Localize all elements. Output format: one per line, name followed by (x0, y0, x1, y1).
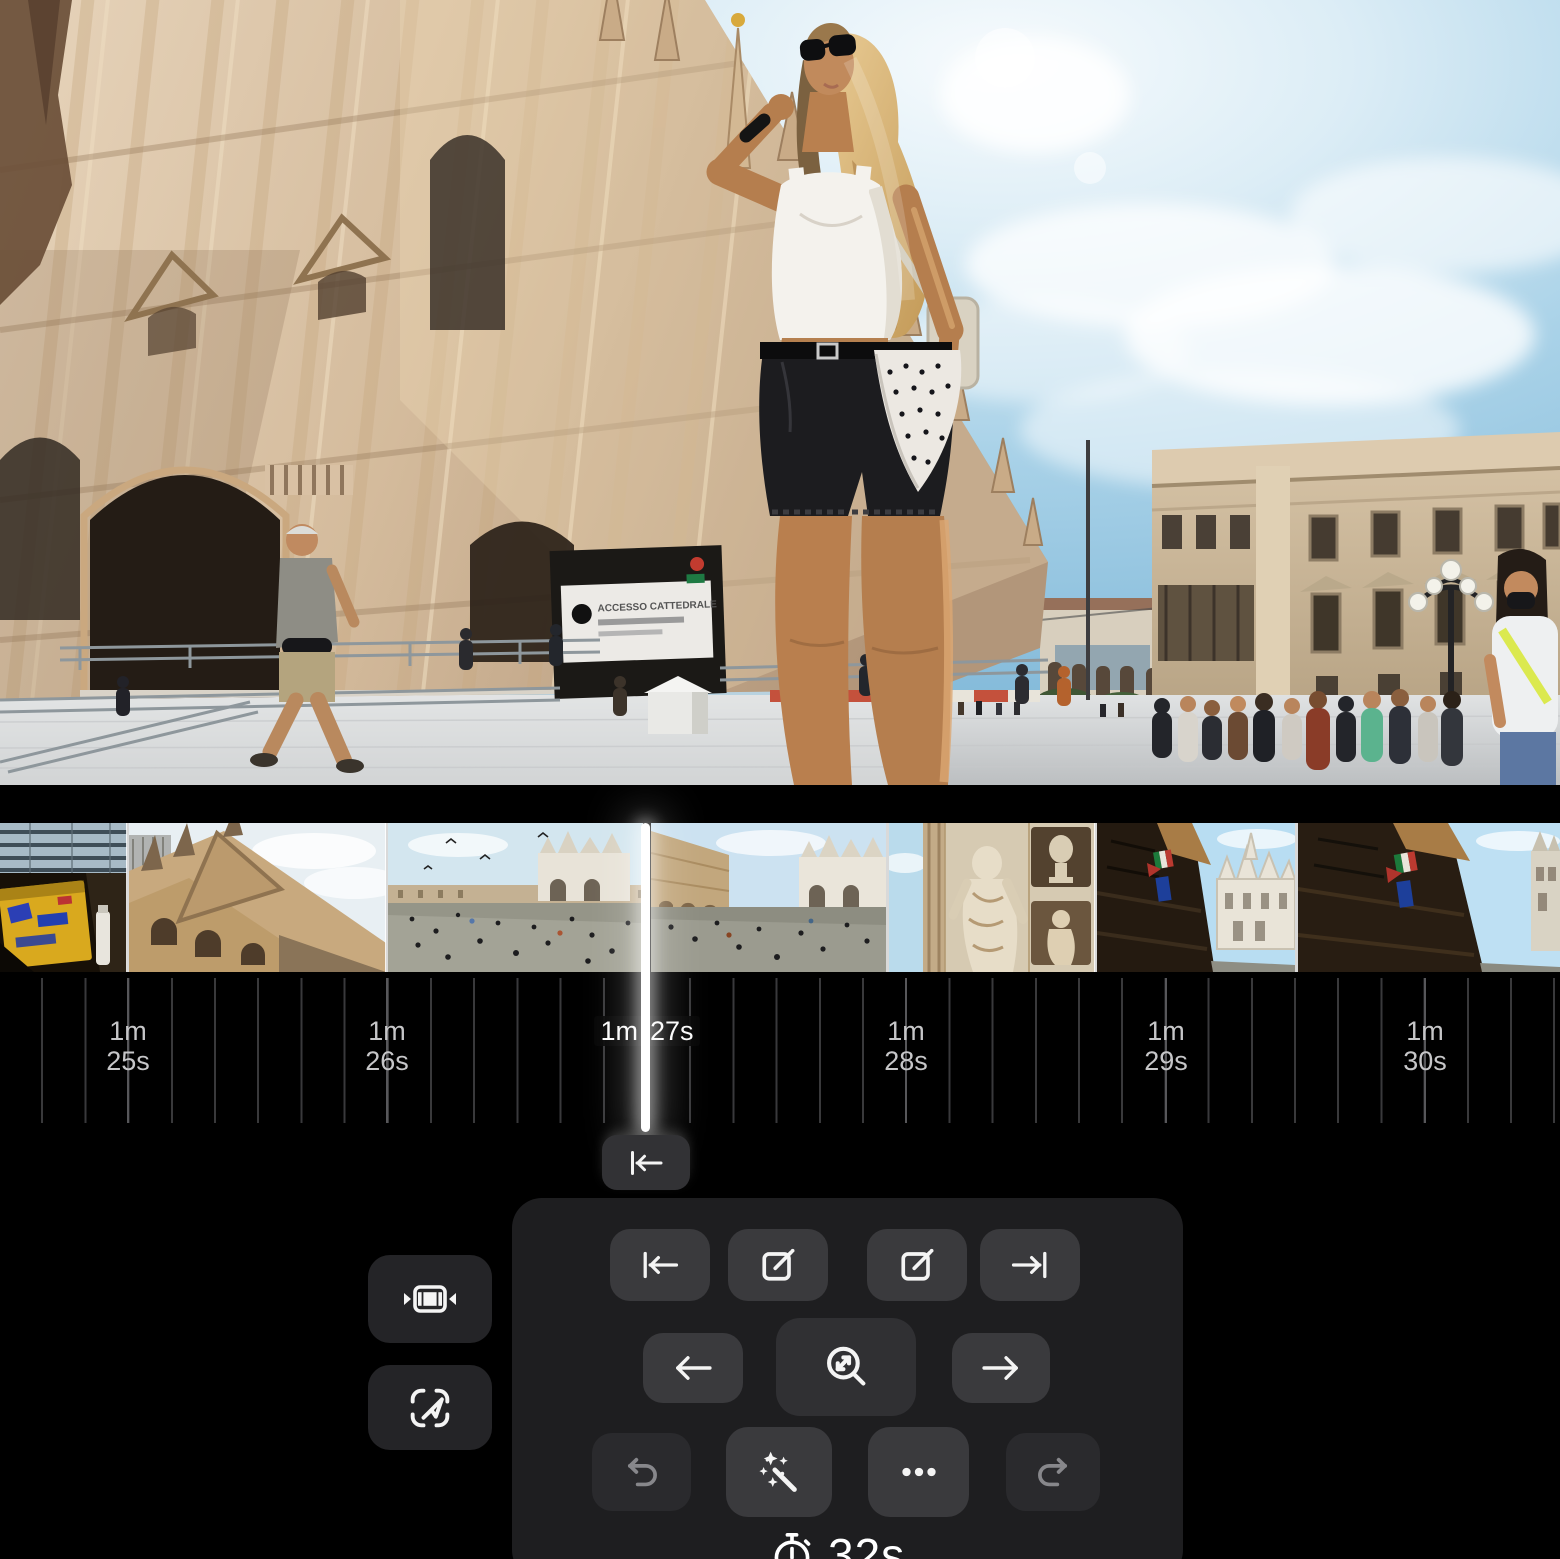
madonnina-statue (731, 13, 745, 27)
clip-thumbnail-3[interactable] (388, 823, 643, 972)
italian-flag (1153, 849, 1174, 869)
preview-frame-illustration: ACCESSO CATTEDRALE (0, 0, 1560, 785)
time-label-1m26s: 1m26s (327, 1016, 447, 1076)
step-forward-button[interactable] (952, 1333, 1050, 1403)
clip-select-button[interactable] (368, 1255, 492, 1343)
italian-flag (1394, 851, 1418, 873)
clip-frame-icon (401, 1277, 459, 1321)
stopwatch-icon (770, 1531, 814, 1559)
clip-thumbnail-1[interactable] (0, 823, 127, 972)
more-options-icon (894, 1447, 944, 1497)
clip-separator (126, 823, 129, 972)
video-preview[interactable]: ACCESSO CATTEDRALE (0, 0, 1560, 785)
capture-cursor-icon (404, 1382, 456, 1434)
time-label-1m30s: 1m30s (1365, 1016, 1485, 1076)
time-label-1m29s: 1m29s (1106, 1016, 1226, 1076)
lens-flare (1074, 152, 1106, 184)
playhead[interactable] (641, 823, 650, 1132)
time-ruler[interactable]: 1m25s 1m26s 1m27s 1m28s 1m29s 1m30s (0, 972, 1560, 1135)
arrow-right-icon (979, 1351, 1023, 1385)
skip-to-start-icon (637, 1248, 683, 1282)
edit-square-icon (756, 1243, 800, 1287)
clip-separator (385, 823, 388, 972)
clip-duration-value: 32s (828, 1531, 905, 1559)
clip-duration-chip[interactable]: 32s (770, 1531, 950, 1559)
more-options-button[interactable] (868, 1427, 969, 1517)
time-label-1m25s: 1m25s (68, 1016, 188, 1076)
undo-button[interactable] (592, 1433, 691, 1511)
timeline-zoom-icon (820, 1341, 872, 1393)
clip-thumbnail-7[interactable] (1298, 823, 1560, 972)
arrow-left-icon (671, 1351, 715, 1385)
edit-out-point-button[interactable] (867, 1229, 967, 1301)
clip-thumbnail-6[interactable] (1097, 823, 1295, 972)
time-label-1m28s: 1m28s (846, 1016, 966, 1076)
skip-to-end-icon (1007, 1248, 1053, 1282)
redo-icon (1030, 1451, 1076, 1493)
capture-frame-button[interactable] (368, 1365, 492, 1450)
magic-wand-button[interactable] (726, 1427, 832, 1517)
step-back-button[interactable] (643, 1333, 743, 1403)
timeline-filmstrip[interactable] (0, 823, 1560, 972)
skip-to-clip-end-button[interactable] (980, 1229, 1080, 1301)
edit-in-point-button[interactable] (728, 1229, 828, 1301)
video-editor-app: ACCESSO CATTEDRALE (0, 0, 1560, 1559)
cathedral-access-sign: ACCESSO CATTEDRALE (550, 545, 727, 699)
skip-to-start-icon (625, 1148, 667, 1178)
skip-to-clip-start-button[interactable] (610, 1229, 710, 1301)
magic-wand-icon (754, 1447, 804, 1497)
redo-button[interactable] (1006, 1433, 1100, 1511)
clip-separator (1295, 823, 1298, 972)
clip-separator (1094, 823, 1097, 972)
clip-separator (886, 823, 889, 972)
clip-thumbnail-2[interactable] (129, 823, 386, 972)
clip-thumbnail-4[interactable] (651, 823, 886, 972)
timeline-zoom-button[interactable] (776, 1318, 916, 1416)
minor-ticks (0, 978, 1560, 1123)
edit-square-icon (895, 1243, 939, 1287)
jump-to-clip-start-button[interactable] (602, 1135, 690, 1190)
undo-icon (619, 1451, 665, 1493)
clip-thumbnail-5[interactable] (889, 823, 1095, 972)
